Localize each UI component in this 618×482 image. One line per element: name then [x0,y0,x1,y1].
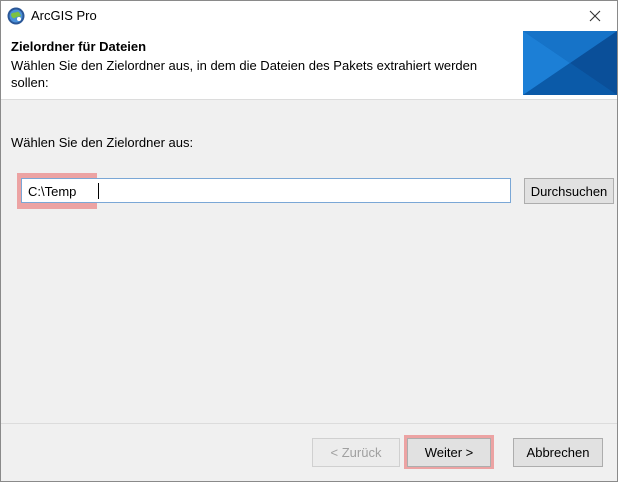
title-bar: ArcGIS Pro [1,1,617,31]
browse-button-label: Durchsuchen [530,183,608,199]
folder-path-input[interactable]: C:\Temp [21,178,511,203]
page-title: Zielordner für Dateien [11,39,147,54]
folder-label: Wählen Sie den Zielordner aus: [11,135,194,150]
next-button-label: Weiter > [424,445,474,460]
browse-button[interactable]: Durchsuchen [524,178,614,204]
back-button-label: < Zurück [330,445,382,460]
window-title: ArcGIS Pro [31,8,97,23]
page-subtitle: Wählen Sie den Zielordner aus, in dem di… [11,58,478,90]
installer-window: ArcGIS Pro Zielordner für Dateien Wählen… [0,0,618,482]
arcgis-pro-icon [7,7,25,25]
back-button[interactable]: < Zurück [312,438,400,467]
next-button[interactable]: Weiter > [407,438,491,467]
close-icon [589,10,601,22]
folder-path-value: C:\Temp [28,184,77,199]
cancel-button-label: Abbrechen [526,445,590,460]
banner-graphic [523,31,617,95]
footer-divider [1,423,617,424]
cancel-button[interactable]: Abbrechen [513,438,603,467]
text-caret [98,183,99,199]
wizard-header: Zielordner für Dateien Wählen Sie den Zi… [1,31,617,100]
close-button[interactable] [573,1,617,31]
